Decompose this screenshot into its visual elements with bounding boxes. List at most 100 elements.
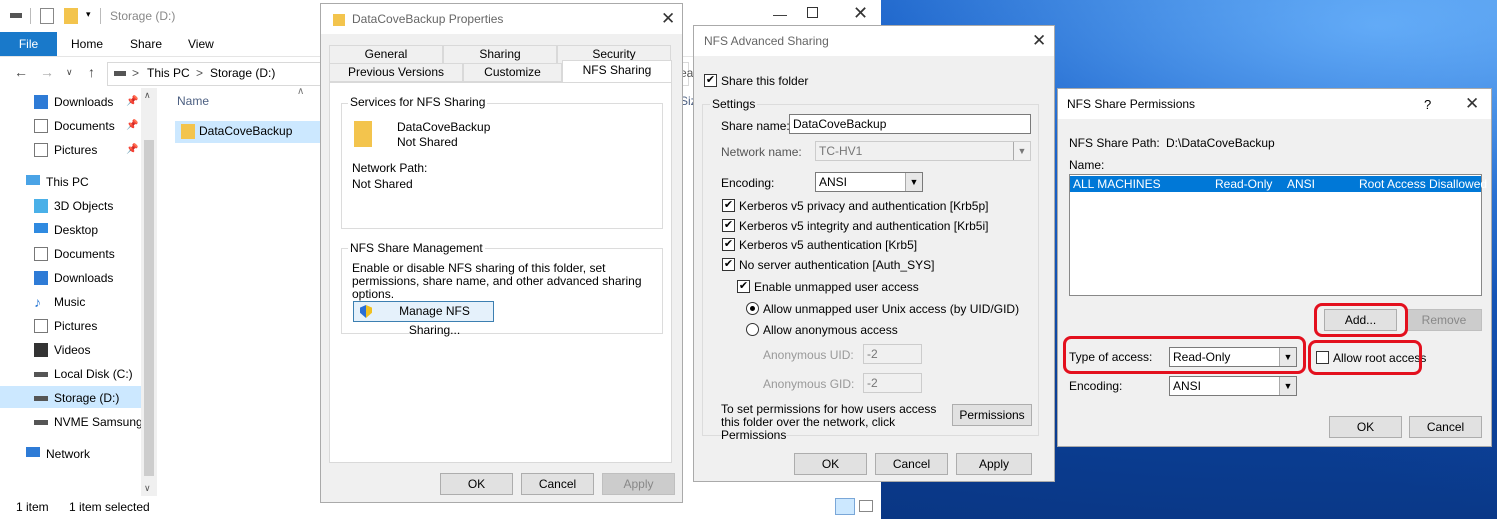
3d-objects-icon <box>34 199 48 213</box>
share-name-input[interactable]: DataCoveBackup <box>789 114 1031 134</box>
properties-dialog: DataCoveBackup Properties ✕ General Shar… <box>320 3 683 503</box>
ribbon-tab-share[interactable]: Share <box>130 37 162 51</box>
pin-icon: 📌 <box>126 144 139 155</box>
management-description: Enable or disable NFS sharing of this fo… <box>352 261 642 301</box>
advanced-title: NFS Advanced Sharing <box>704 34 829 48</box>
column-header-name[interactable]: Name <box>177 94 209 108</box>
apply-button[interactable]: Apply <box>602 473 675 495</box>
settings-group-label: Settings <box>710 97 758 111</box>
status-selected: 1 item selected <box>69 500 150 514</box>
share-folder-label: Share this folder <box>721 74 809 88</box>
encoding-select[interactable]: ANSI ▼ <box>1169 376 1297 396</box>
allow-unix-radio[interactable] <box>746 302 759 315</box>
uac-shield-icon <box>360 305 372 318</box>
tab-nfs-sharing[interactable]: NFS Sharing <box>562 60 672 83</box>
tab-panel: Services for NFS Sharing DataCoveBackup … <box>329 82 672 463</box>
pictures-icon <box>34 143 48 157</box>
file-name: DataCoveBackup <box>199 124 293 138</box>
maximize-icon[interactable] <box>807 7 818 18</box>
krb5i-checkbox[interactable]: ✔ <box>722 219 735 232</box>
encoding-select[interactable]: ANSI ▼ <box>815 172 923 192</box>
encoding-label: Encoding: <box>1069 379 1123 393</box>
nav-label: Documents <box>54 119 115 133</box>
permissions-button[interactable]: Permissions <box>952 404 1032 426</box>
pictures-icon <box>34 319 48 333</box>
close-icon[interactable]: ✕ <box>1465 94 1479 114</box>
ribbon-tab-home[interactable]: Home <box>71 37 103 51</box>
nav-label: Music <box>54 295 86 309</box>
share-folder-checkbox[interactable]: ✔ <box>704 74 717 87</box>
tab-general[interactable]: General <box>329 45 443 64</box>
manage-nfs-sharing-button[interactable]: Manage NFS Sharing... <box>353 301 494 337</box>
share-path-label: NFS Share Path: <box>1069 136 1160 150</box>
share-name-label: Share name: <box>721 119 790 133</box>
drive-icon <box>114 71 126 76</box>
nav-label: Network <box>46 447 91 461</box>
network-name-select[interactable]: TC-HV1 ▼ <box>815 141 1031 161</box>
drive-icon <box>34 420 48 425</box>
tab-customize[interactable]: Customize <box>463 63 562 82</box>
ribbon-tab-view[interactable]: View <box>188 37 214 51</box>
permissions-list[interactable]: ALL MACHINES Read-Only ANSI Root Access … <box>1069 174 1487 296</box>
ok-button[interactable]: OK <box>440 473 513 495</box>
allow-unix-label: Allow unmapped user Unix access (by UID/… <box>763 302 1020 316</box>
large-icons-view-icon[interactable] <box>859 500 873 512</box>
ribbon-file-tab[interactable]: File <box>0 32 57 56</box>
up-arrow-icon[interactable]: ↑ <box>88 64 95 80</box>
row-encoding: ANSI <box>1287 177 1316 191</box>
ok-button[interactable]: OK <box>1329 416 1402 438</box>
new-folder-icon[interactable] <box>64 8 78 24</box>
cancel-button[interactable]: Cancel <box>875 453 948 475</box>
allow-anonymous-radio[interactable] <box>746 323 759 336</box>
tab-previous-versions[interactable]: Previous Versions <box>329 63 463 82</box>
scroll-up-icon[interactable]: ∧ <box>144 90 151 101</box>
close-icon[interactable]: ✕ <box>1032 31 1046 51</box>
drive-icon <box>10 13 22 18</box>
back-arrow-icon[interactable]: ← <box>14 64 28 80</box>
ok-button[interactable]: OK <box>794 453 867 475</box>
help-icon[interactable]: ? <box>1424 97 1431 112</box>
list-item[interactable]: ALL MACHINES Read-Only ANSI Root Access … <box>1070 176 1487 192</box>
anonymous-uid-input[interactable]: -2 <box>863 344 922 364</box>
divider <box>30 8 31 24</box>
file-row[interactable]: DataCoveBackup <box>175 121 321 143</box>
krb5p-checkbox[interactable]: ✔ <box>722 199 735 212</box>
network-name-value: TC-HV1 <box>819 144 863 158</box>
network-icon <box>26 447 40 457</box>
scrollbar-thumb[interactable] <box>144 140 154 476</box>
unmapped-access-checkbox[interactable]: ✔ <box>737 280 750 293</box>
nfs-share-permissions-dialog: NFS Share Permissions ? ✕ NFS Share Path… <box>1057 88 1492 447</box>
forward-arrow-icon[interactable]: → <box>40 64 54 80</box>
properties-check-icon[interactable] <box>40 8 54 24</box>
close-icon[interactable]: ✕ <box>853 3 868 24</box>
tab-sharing[interactable]: Sharing <box>443 45 557 64</box>
manage-button-label: Manage NFS Sharing... <box>399 304 470 337</box>
cancel-button[interactable]: Cancel <box>1409 416 1482 438</box>
drive-icon <box>34 372 48 377</box>
krb5-checkbox[interactable]: ✔ <box>722 238 735 251</box>
nav-label: Downloads <box>54 271 114 285</box>
scroll-down-icon[interactable]: ∨ <box>144 483 151 494</box>
navigation-pane: Downloads 📌 Documents 📌 Pictures 📌 This … <box>0 88 157 498</box>
anonymous-gid-input[interactable]: -2 <box>863 373 922 393</box>
krb5i-label: Kerberos v5 integrity and authentication… <box>739 219 989 233</box>
apply-button[interactable]: Apply <box>956 453 1032 475</box>
window-title: Storage (D:) <box>110 9 176 23</box>
recent-locations-chevron-icon[interactable]: ∨ <box>66 67 73 78</box>
remove-button[interactable]: Remove <box>1406 309 1482 331</box>
details-view-icon[interactable] <box>835 498 855 515</box>
properties-titlebar: DataCoveBackup Properties ✕ <box>321 4 682 34</box>
auth-sys-checkbox[interactable]: ✔ <box>722 258 735 271</box>
cancel-button[interactable]: Cancel <box>521 473 594 495</box>
pin-icon: 📌 <box>126 120 139 131</box>
breadcrumb-this-pc[interactable]: This PC <box>147 66 190 80</box>
videos-icon <box>34 343 48 357</box>
encoding-value: ANSI <box>819 175 848 189</box>
download-icon <box>34 95 48 109</box>
customize-qat-icon[interactable]: ▾ <box>86 9 91 25</box>
close-icon[interactable]: ✕ <box>661 9 675 29</box>
nav-label: Documents <box>54 247 115 261</box>
breadcrumb-storage[interactable]: Storage (D:) <box>210 66 275 80</box>
minimize-icon[interactable]: — <box>773 6 787 22</box>
network-name-label: Network name: <box>721 145 802 159</box>
